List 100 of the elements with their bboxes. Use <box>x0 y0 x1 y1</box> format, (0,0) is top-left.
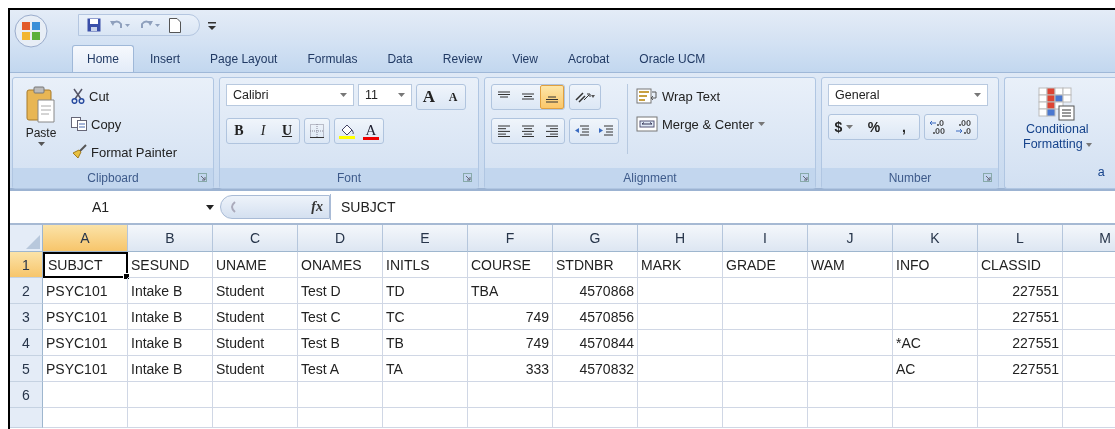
table-cell: 4570868 <box>553 278 638 304</box>
table-cell: PSYC101 <box>43 304 128 330</box>
table-cell: Intake B <box>128 330 213 356</box>
table-cell: TD <box>383 278 468 304</box>
column-header[interactable]: M <box>1063 225 1115 252</box>
corner-triangle-icon <box>26 235 40 249</box>
dropdown-icon <box>974 93 981 97</box>
save-icon[interactable] <box>87 18 101 32</box>
italic-button[interactable]: I <box>251 119 275 143</box>
column-header[interactable]: A <box>43 225 128 252</box>
name-box[interactable]: A1 <box>10 194 220 220</box>
column-header[interactable]: J <box>808 225 893 252</box>
ribbon-tab[interactable]: Review <box>428 46 497 72</box>
customize-toolbar-icon[interactable] <box>208 22 216 31</box>
ribbon-tab[interactable]: Home <box>72 45 134 72</box>
row-header[interactable]: 1 <box>10 252 43 278</box>
column-header[interactable]: I <box>723 225 808 252</box>
table-cell: WAM <box>808 252 893 278</box>
bold-button[interactable]: B <box>227 119 251 143</box>
table-cell: Student <box>213 356 298 382</box>
column-header[interactable]: G <box>553 225 638 252</box>
conditional-formatting-button[interactable]: Conditional Formatting <box>1017 84 1098 154</box>
column-header[interactable]: L <box>978 225 1063 252</box>
ribbon-tab[interactable]: Insert <box>136 46 195 72</box>
ribbon-tab[interactable]: Oracle UCM <box>625 46 720 72</box>
row-header[interactable]: 6 <box>10 382 43 408</box>
table-cell: Test A <box>298 356 383 382</box>
paint-bucket-icon <box>339 123 355 139</box>
dropdown-icon <box>398 93 405 97</box>
table-cell: TA <box>383 356 468 382</box>
dropdown-icon <box>340 93 347 97</box>
number-format-field[interactable]: General <box>828 84 988 106</box>
font-name-field[interactable]: Calibri <box>226 84 354 106</box>
paintbrush-icon <box>71 144 87 160</box>
dialog-launcher-icon[interactable] <box>983 173 992 182</box>
ribbon-tab[interactable]: Acrobat <box>553 46 624 72</box>
column-header[interactable]: K <box>893 225 978 252</box>
middle-align-icon <box>521 91 535 103</box>
borders-icon <box>310 124 324 138</box>
row-header[interactable]: 2 <box>10 278 43 304</box>
table-cell: PSYC101 <box>43 356 128 382</box>
column-header[interactable]: F <box>468 225 553 252</box>
dialog-launcher-icon[interactable] <box>800 173 809 182</box>
cut-button[interactable]: Cut <box>71 84 177 108</box>
dialog-launcher-icon[interactable] <box>198 173 207 182</box>
ribbon-tab[interactable]: Data <box>373 46 427 72</box>
table-cell: Intake B <box>128 304 213 330</box>
wrap-text-button[interactable]: Wrap Text <box>636 84 765 108</box>
row-header[interactable]: 4 <box>10 330 43 356</box>
percent-button[interactable]: % <box>859 115 889 139</box>
dialog-launcher-icon[interactable] <box>463 173 472 182</box>
currency-button[interactable]: $ <box>829 115 859 139</box>
table-cell: MARK <box>638 252 723 278</box>
caret-icon <box>37 142 45 146</box>
table-cell: UNAME <box>213 252 298 278</box>
table-cell: CLASSID <box>978 252 1063 278</box>
column-header[interactable]: C <box>213 225 298 252</box>
new-document-icon[interactable] <box>169 17 181 33</box>
underline-button[interactable]: U <box>275 119 299 143</box>
vertical-align-button[interactable] <box>540 85 564 109</box>
decrease-indent-icon <box>574 125 590 137</box>
table-cell: 4570832 <box>553 356 638 382</box>
format-as-table-button[interactable]: a <box>1097 165 1105 179</box>
column-header[interactable]: B <box>128 225 213 252</box>
decrease-decimal-icon <box>955 119 973 135</box>
table-cell: INITLS <box>383 252 468 278</box>
table-cell: 749 <box>468 330 553 356</box>
insert-function-button[interactable]: fx <box>311 199 323 215</box>
ribbon-tab[interactable]: Page Layout <box>196 46 292 72</box>
column-header[interactable]: D <box>298 225 383 252</box>
column-header[interactable]: H <box>638 225 723 252</box>
shrink-font-button[interactable]: A <box>441 85 465 109</box>
group-label: Alignment <box>623 171 677 185</box>
table-cell: Intake B <box>128 278 213 304</box>
table-cell: AC <box>893 356 978 382</box>
table-cell: Student <box>213 278 298 304</box>
table-cell: 333 <box>468 356 553 382</box>
table-cell: 227551 <box>978 304 1063 330</box>
grow-font-button[interactable]: A <box>417 85 441 109</box>
table-cell: GRADE <box>723 252 808 278</box>
merge-cells-icon <box>636 116 658 132</box>
comma-button[interactable]: , <box>889 115 919 139</box>
font-size-field[interactable]: 11 <box>358 84 412 106</box>
copy-button[interactable]: Copy <box>71 112 177 136</box>
row-header[interactable]: 5 <box>10 356 43 382</box>
column-header[interactable]: E <box>383 225 468 252</box>
clipboard-icon <box>25 86 57 124</box>
ribbon-tab[interactable]: View <box>498 46 552 72</box>
format-painter-button[interactable]: Format Painter <box>71 140 177 164</box>
formula-field[interactable]: SUBJCT <box>330 194 1115 220</box>
table-cell: Test C <box>298 304 383 330</box>
table-cell: ONAMES <box>298 252 383 278</box>
paste-button[interactable]: Paste <box>19 84 63 148</box>
active-cell: SUBJCT <box>43 252 128 278</box>
table-cell: 227551 <box>978 278 1063 304</box>
table-cell: COURSE <box>468 252 553 278</box>
table-cell: 4570856 <box>553 304 638 330</box>
ribbon-tab[interactable]: Formulas <box>293 46 372 72</box>
row-header[interactable]: 3 <box>10 304 43 330</box>
merge-center-button[interactable]: Merge & Center <box>636 112 765 136</box>
